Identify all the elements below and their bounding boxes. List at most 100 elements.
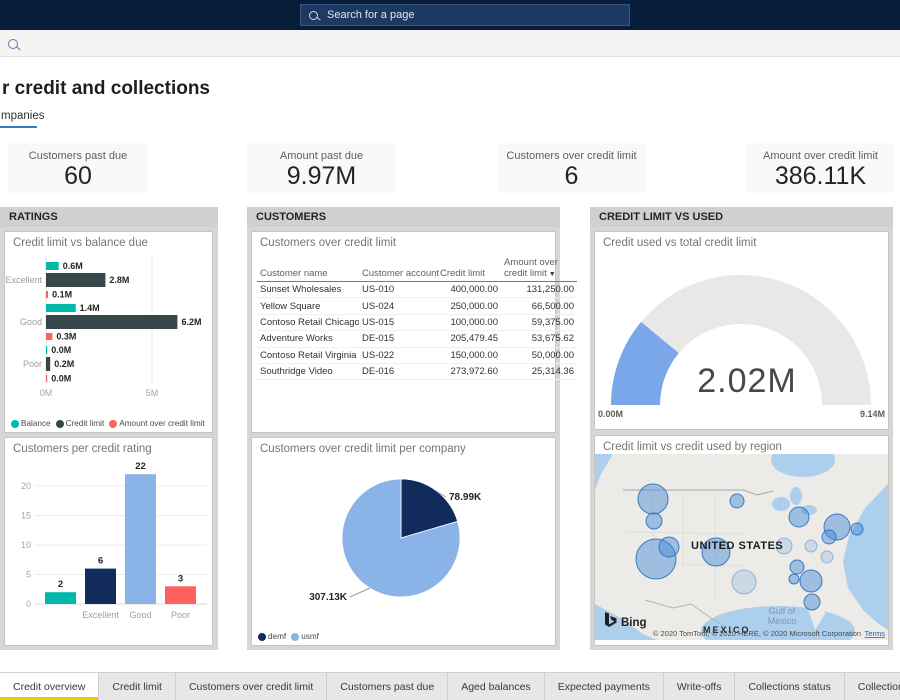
- map-bubble[interactable]: [821, 551, 833, 563]
- kpi-customers-past-due[interactable]: Customers past due 60: [8, 143, 148, 193]
- company-pie-chart[interactable]: 78.99K 307.13K: [252, 456, 555, 610]
- table-cell: US-010: [359, 282, 437, 298]
- bar[interactable]: [45, 592, 76, 604]
- table-row[interactable]: Yellow SquareUS-024250,000.0066,500.00: [257, 298, 577, 314]
- map-bubble[interactable]: [659, 537, 679, 557]
- table-row[interactable]: Adventure WorksDE-015205,479.4553,675.62: [257, 331, 577, 347]
- kpi-customers-over-credit-limit[interactable]: Customers over credit limit 6: [497, 143, 646, 193]
- pie-data-label: 307.13K: [309, 592, 348, 603]
- axis-tick-label: 5: [26, 570, 31, 580]
- bottom-tab[interactable]: Collections status: [735, 673, 844, 700]
- bottom-tab[interactable]: Credit limit: [99, 673, 176, 700]
- legend-item[interactable]: Amount over credit limit: [109, 419, 205, 428]
- map-bubble[interactable]: [646, 513, 662, 529]
- column-header[interactable]: Customer account: [359, 256, 437, 282]
- column-header[interactable]: Customer name: [257, 256, 359, 282]
- chart-legend: demf usmf: [258, 632, 319, 641]
- ratings-bar-chart[interactable]: 0M5MExcellent0.6M2.8M0.1MGood1.4M6.2M0.3…: [5, 250, 212, 400]
- bottom-tab[interactable]: Expected payments: [545, 673, 664, 700]
- kpi-amount-past-due[interactable]: Amount past due 9.97M: [247, 143, 396, 193]
- map-bubble[interactable]: [789, 574, 799, 584]
- bar-segment[interactable]: [46, 262, 59, 270]
- column-header[interactable]: Credit limit: [437, 256, 501, 282]
- bar-segment[interactable]: [46, 346, 47, 354]
- map-bubble[interactable]: [789, 507, 809, 527]
- axis-tick-label: 5M: [146, 388, 159, 398]
- table-row[interactable]: Southridge VideoDE-016273,972.6025,314.3…: [257, 363, 577, 379]
- legend-item[interactable]: Credit limit: [56, 419, 105, 428]
- table-title: Customers over credit limit: [252, 232, 555, 250]
- filter-search-icon[interactable]: [8, 39, 18, 49]
- bar-segment[interactable]: [46, 273, 105, 287]
- credit-gauge[interactable]: 2.02M0.00M9.14M: [595, 250, 888, 422]
- category-label: Poor: [23, 359, 42, 369]
- axis-tick-label: 20: [21, 481, 31, 491]
- bar[interactable]: [85, 569, 116, 604]
- table-cell: Adventure Works: [257, 331, 359, 347]
- bar-segment[interactable]: [46, 304, 76, 312]
- map-bubble[interactable]: [851, 523, 863, 535]
- bottom-tab[interactable]: Collection letters: [845, 673, 900, 700]
- table-row[interactable]: Contoso Retail VirginiaUS-022150,000.005…: [257, 347, 577, 363]
- companies-view-tab[interactable]: mpanies: [1, 110, 44, 122]
- bar-value-label: 0.1M: [52, 290, 72, 300]
- bar[interactable]: [125, 474, 156, 604]
- table-cell: 25,314.36: [501, 363, 577, 379]
- legend-item[interactable]: demf: [258, 632, 286, 641]
- table-row[interactable]: Sunset WholesalesUS-010400,000.00131,250…: [257, 282, 577, 298]
- bottom-tab[interactable]: Customers past due: [327, 673, 448, 700]
- page-search-box[interactable]: [300, 4, 630, 26]
- view-tab-underline: [0, 126, 37, 128]
- legend-dot: [109, 420, 117, 428]
- map-bubble[interactable]: [730, 494, 744, 508]
- bottom-tab[interactable]: Credit overview: [0, 673, 99, 700]
- tile-credit-limit-vs-balance-due: Credit limit vs balance due 0M5MExcellen…: [4, 231, 213, 433]
- map-bubble[interactable]: [638, 484, 668, 514]
- bottom-tab[interactable]: Customers over credit limit: [176, 673, 327, 700]
- legend-item[interactable]: Balance: [11, 419, 51, 428]
- bar-segment[interactable]: [46, 291, 48, 298]
- bar-segment[interactable]: [46, 333, 52, 340]
- map-terms-link[interactable]: Terms: [865, 629, 886, 638]
- credit-rating-column-chart[interactable]: 0510152026Excellent22Good3Poor: [5, 456, 212, 626]
- legend-label: usmf: [301, 632, 319, 641]
- bar-value-label: 1.4M: [80, 303, 100, 313]
- table-cell: Sunset Wholesales: [257, 282, 359, 298]
- map-bubble[interactable]: [805, 540, 817, 552]
- bing-map[interactable]: UNITED STATESGulf ofMexicoMEXICO© 2020 T…: [595, 454, 888, 640]
- bar-segment[interactable]: [46, 375, 47, 382]
- bar-value-label: 0.0M: [51, 345, 71, 355]
- search-input[interactable]: [325, 8, 621, 22]
- pie-data-label: 78.99K: [449, 492, 482, 503]
- table-cell: 66,500.00: [501, 298, 577, 314]
- customers-table[interactable]: Customer nameCustomer accountCredit limi…: [257, 256, 577, 380]
- map-bubble[interactable]: [732, 570, 756, 594]
- table-cell: Contoso Retail Chicago: [257, 314, 359, 330]
- kpi-value: 60: [8, 162, 148, 191]
- legend-label: Balance: [21, 419, 51, 428]
- table-cell: 205,479.45: [437, 331, 501, 347]
- legend-label: Credit limit: [66, 419, 105, 428]
- bar[interactable]: [165, 586, 196, 604]
- bar-segment[interactable]: [46, 357, 50, 371]
- table-row[interactable]: Contoso Retail ChicagoUS-015100,000.0059…: [257, 314, 577, 330]
- bar-segment[interactable]: [46, 315, 177, 329]
- table-cell: US-024: [359, 298, 437, 314]
- bottom-tab[interactable]: Aged balances: [448, 673, 544, 700]
- legend-dot: [11, 420, 19, 428]
- kpi-amount-over-credit-limit[interactable]: Amount over credit limit 386.11K: [746, 143, 895, 193]
- sort-icon[interactable]: ▼: [547, 271, 556, 278]
- pie-callout-line: [350, 588, 370, 597]
- map-bubble[interactable]: [790, 560, 804, 574]
- column-header[interactable]: Amount over credit limit ▼: [501, 256, 577, 282]
- table-cell: 150,000.00: [437, 347, 501, 363]
- table-cell: DE-016: [359, 363, 437, 379]
- kpi-label: Customers over credit limit: [497, 143, 646, 162]
- workspace-tab-bar: Credit overviewCredit limitCustomers ove…: [0, 672, 900, 700]
- map-bubble[interactable]: [804, 594, 820, 610]
- table-cell: US-022: [359, 347, 437, 363]
- legend-item[interactable]: usmf: [291, 632, 319, 641]
- map-bubble[interactable]: [800, 570, 822, 592]
- bottom-tab[interactable]: Write-offs: [664, 673, 736, 700]
- map-bubble[interactable]: [822, 530, 836, 544]
